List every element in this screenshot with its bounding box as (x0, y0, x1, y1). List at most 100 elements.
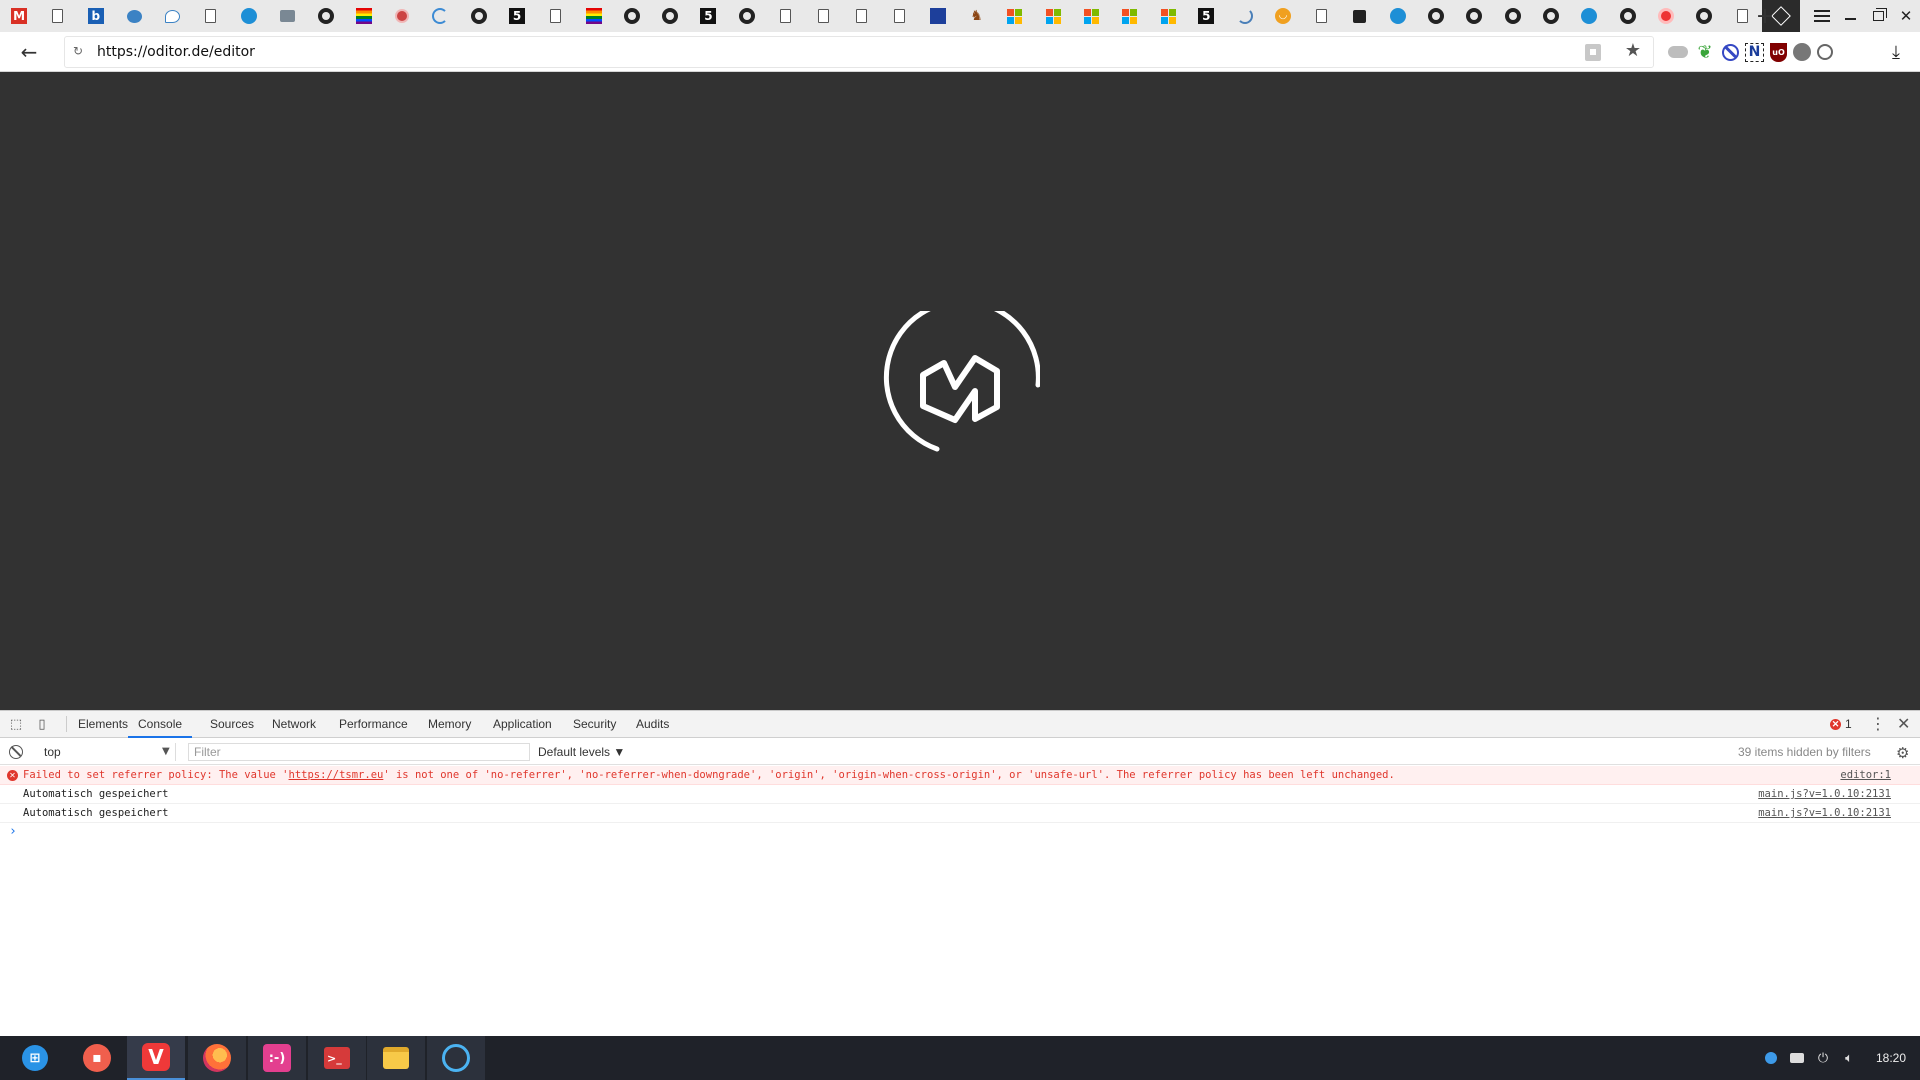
log-levels-dropdown[interactable]: Default levels ▼ (538, 743, 625, 761)
tab[interactable] (651, 0, 689, 32)
tray-app-icon[interactable] (1758, 1036, 1784, 1080)
tab[interactable] (1379, 0, 1417, 32)
tab-audits[interactable]: Audits (636, 711, 669, 738)
tab[interactable] (1149, 0, 1187, 32)
filter-input[interactable]: Filter (188, 743, 530, 761)
taskbar-app-chat[interactable]: :-) (248, 1036, 306, 1080)
more-options-icon[interactable]: ⋮ (1870, 714, 1886, 733)
error-link[interactable]: https://tsmr.eu (289, 769, 384, 781)
tab[interactable] (1608, 0, 1646, 32)
taskbar-app-files[interactable] (367, 1036, 425, 1080)
tab[interactable] (345, 0, 383, 32)
tab[interactable] (1455, 0, 1493, 32)
tab[interactable] (1647, 0, 1685, 32)
minimize-button[interactable] (1836, 0, 1864, 32)
notification-icon[interactable] (1784, 1036, 1810, 1080)
tab[interactable] (881, 0, 919, 32)
tab[interactable]: ◡ (1264, 0, 1302, 32)
leaf-extension-icon[interactable]: ❦ (1694, 41, 1716, 63)
tab-sources[interactable]: Sources (210, 711, 254, 738)
tab[interactable]: M (0, 0, 38, 32)
tab[interactable] (843, 0, 881, 32)
tab-performance[interactable]: Performance (339, 711, 408, 738)
context-selector[interactable]: top (36, 743, 176, 761)
back-button[interactable]: ← (14, 38, 44, 66)
tab[interactable] (1302, 0, 1340, 32)
console-prompt[interactable]: › (0, 823, 1920, 843)
tab[interactable] (230, 0, 268, 32)
tab[interactable] (1532, 0, 1570, 32)
taskbar-app-vivaldi[interactable]: V (127, 1036, 185, 1080)
tab-console[interactable]: Console (128, 711, 193, 738)
tab-application[interactable]: Application (493, 711, 552, 738)
power-icon[interactable]: ⏻ (1810, 1036, 1836, 1080)
tab-elements[interactable]: Elements (78, 711, 128, 738)
restore-button[interactable] (1864, 0, 1892, 32)
magnifier-extension-icon[interactable] (1817, 44, 1833, 60)
ghost-extension-icon[interactable] (1793, 43, 1811, 61)
url-text[interactable]: https://oditor.de/editor (97, 44, 255, 60)
tab[interactable] (1340, 0, 1378, 32)
taskbar-app-recorder[interactable]: ▪ (68, 1036, 126, 1080)
tab[interactable] (153, 0, 191, 32)
source-link[interactable]: main.js?v=1.0.10:2131 (1758, 785, 1891, 803)
tab[interactable] (1685, 0, 1723, 32)
tab[interactable] (804, 0, 842, 32)
close-devtools-icon[interactable]: ✕ (1897, 714, 1910, 733)
tab[interactable] (1072, 0, 1110, 32)
tab[interactable] (191, 0, 229, 32)
tab[interactable] (1494, 0, 1532, 32)
menu-button[interactable] (1808, 0, 1836, 32)
tab[interactable] (460, 0, 498, 32)
new-tab-button[interactable]: + (1752, 0, 1778, 32)
tab[interactable] (919, 0, 957, 32)
device-toolbar-icon[interactable]: ▯ (34, 716, 50, 732)
dropdown-arrow-icon[interactable]: ▼ (162, 743, 170, 761)
tab[interactable]: ♞ (957, 0, 995, 32)
tab[interactable] (536, 0, 574, 32)
n-extension-icon[interactable]: N (1745, 42, 1764, 62)
tab[interactable] (421, 0, 459, 32)
download-button[interactable]: ⤓ (1882, 38, 1910, 66)
tab[interactable] (115, 0, 153, 32)
error-count-badge[interactable]: ✕ 1 (1830, 717, 1852, 731)
tab-memory[interactable]: Memory (428, 711, 471, 738)
tab[interactable]: 5 (498, 0, 536, 32)
clear-console-icon[interactable] (9, 745, 23, 759)
taskbar-app-firefox[interactable] (188, 1036, 246, 1080)
gear-icon[interactable]: ⚙ (1896, 744, 1909, 762)
tab[interactable] (1570, 0, 1608, 32)
tab-security[interactable]: Security (573, 711, 616, 738)
tab[interactable] (268, 0, 306, 32)
taskbar-app-terminal[interactable]: >_ (308, 1036, 366, 1080)
cloud-extension-icon[interactable] (1668, 46, 1688, 58)
star-icon[interactable]: ★ (1625, 40, 1641, 61)
source-link[interactable]: main.js?v=1.0.10:2131 (1758, 804, 1891, 822)
tab[interactable] (1417, 0, 1455, 32)
clock[interactable]: 18:20 (1862, 1036, 1920, 1080)
taskbar-app-search[interactable] (427, 1036, 485, 1080)
close-button[interactable]: ✕ (1892, 0, 1920, 32)
tab[interactable]: 5 (1187, 0, 1225, 32)
start-menu-button[interactable]: ⊞ (6, 1036, 64, 1080)
source-link[interactable]: editor:1 (1840, 766, 1891, 784)
tab[interactable] (1111, 0, 1149, 32)
tab[interactable]: 5 (689, 0, 727, 32)
tab[interactable] (383, 0, 421, 32)
tab[interactable] (766, 0, 804, 32)
tab[interactable] (996, 0, 1034, 32)
tab[interactable] (1226, 0, 1264, 32)
tab[interactable] (38, 0, 76, 32)
tab[interactable] (613, 0, 651, 32)
volume-icon[interactable]: 🔈︎ (1836, 1036, 1862, 1080)
lock-icon[interactable] (1585, 44, 1601, 61)
tab[interactable] (728, 0, 766, 32)
tab[interactable] (574, 0, 612, 32)
block-extension-icon[interactable] (1722, 43, 1739, 61)
inspect-element-icon[interactable]: ⬚ (8, 716, 24, 732)
ublock-extension-icon[interactable]: uO (1770, 42, 1787, 62)
tab[interactable] (306, 0, 344, 32)
reload-icon[interactable]: ↻ (73, 44, 83, 58)
address-bar[interactable]: ↻ https://oditor.de/editor ★ (64, 36, 1654, 68)
tab[interactable] (1034, 0, 1072, 32)
